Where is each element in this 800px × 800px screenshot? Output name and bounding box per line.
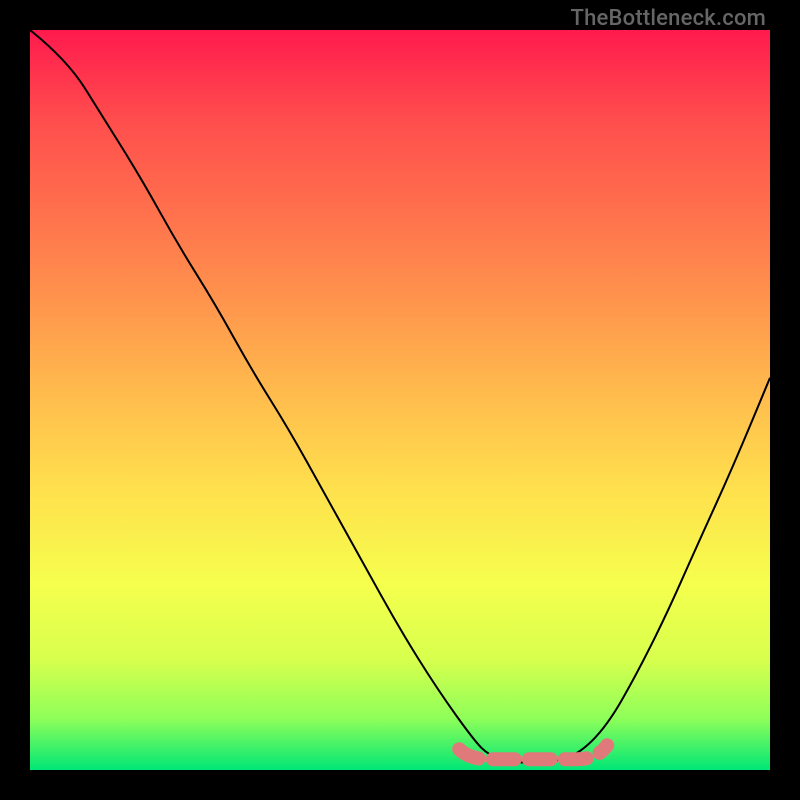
attribution-label: TheBottleneck.com <box>571 6 766 31</box>
bottleneck-chart <box>30 30 770 770</box>
bottleneck-curve <box>30 30 770 763</box>
